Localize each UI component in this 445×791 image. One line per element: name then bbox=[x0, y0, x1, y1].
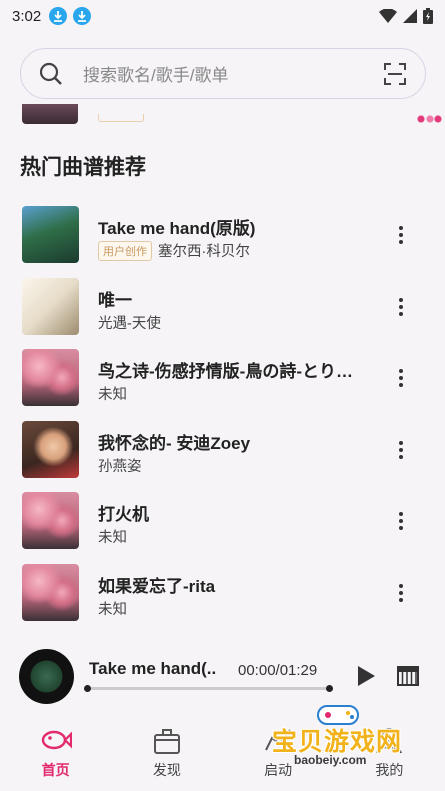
song-cover bbox=[22, 349, 79, 406]
nav-label: 首页 bbox=[41, 762, 70, 778]
song-artist: 未知 bbox=[98, 387, 127, 403]
signal-icon bbox=[403, 9, 417, 23]
user-created-badge: 用户创作 bbox=[98, 240, 152, 261]
song-list: Take me hand(原版) 用户创作 塞尔西·科贝尔 唯一 光遇-天使 鸟… bbox=[0, 204, 445, 633]
search-icon bbox=[39, 62, 62, 85]
fish-home-icon bbox=[41, 730, 72, 750]
song-title: 打火机 bbox=[98, 505, 149, 524]
song-cover bbox=[22, 206, 79, 263]
status-time: 3:02 bbox=[12, 7, 42, 25]
more-options-icon[interactable] bbox=[390, 367, 412, 389]
partial-row bbox=[0, 104, 445, 126]
player-cover-disc[interactable] bbox=[19, 649, 74, 704]
more-options-icon[interactable] bbox=[390, 439, 412, 461]
more-options-icon[interactable] bbox=[390, 224, 412, 246]
section-title: 热门曲谱推荐 bbox=[20, 156, 146, 179]
song-row[interactable]: 鸟之诗-伤感抒情版-鳥の詩-とり… 未知 bbox=[0, 347, 445, 419]
partial-thumbnail bbox=[22, 104, 78, 124]
song-row[interactable]: 打火机 未知 bbox=[0, 490, 445, 562]
player-time: 00:00/01:29 bbox=[238, 662, 318, 679]
song-title: Take me hand(原版) bbox=[98, 219, 256, 238]
song-artist: 孙燕姿 bbox=[98, 458, 142, 475]
song-artist: 光遇-天使 bbox=[98, 315, 161, 332]
song-artist: 未知 bbox=[98, 530, 127, 546]
song-row[interactable]: Take me hand(原版) 用户创作 塞尔西·科贝尔 bbox=[0, 204, 445, 276]
play-icon[interactable] bbox=[356, 665, 376, 687]
song-title: 唯一 bbox=[98, 290, 132, 310]
partial-decoration bbox=[416, 114, 442, 124]
nav-discover[interactable]: 发现 bbox=[111, 714, 222, 791]
song-cover bbox=[22, 420, 79, 478]
song-row[interactable]: 如果爱忘了-rita 未知 bbox=[0, 562, 445, 634]
song-title: 鸟之诗-伤感抒情版-鳥の詩-とり… bbox=[98, 362, 353, 381]
piano-keyboard-icon[interactable] bbox=[397, 666, 419, 686]
status-bar: 3:02 bbox=[0, 0, 445, 32]
watermark-url: baobeiy.com bbox=[294, 753, 367, 767]
song-artist: 未知 bbox=[98, 601, 127, 618]
more-options-icon[interactable] bbox=[390, 582, 412, 604]
song-artist: 塞尔西·科贝尔 bbox=[158, 244, 250, 260]
download-icon bbox=[73, 7, 92, 25]
partial-badge bbox=[98, 114, 144, 122]
gift-box-icon bbox=[153, 729, 180, 754]
nav-label: 发现 bbox=[152, 762, 181, 778]
song-title: 我怀念的- 安迪Zoey bbox=[98, 433, 251, 453]
song-cover bbox=[22, 492, 79, 549]
song-title: 如果爱忘了-rita bbox=[98, 576, 216, 596]
song-row[interactable]: 唯一 光遇-天使 bbox=[0, 276, 445, 348]
search-input[interactable]: 搜索歌名/歌手/歌单 bbox=[20, 48, 426, 99]
song-cover bbox=[22, 277, 79, 335]
scan-icon[interactable] bbox=[383, 62, 407, 86]
battery-icon bbox=[423, 8, 433, 24]
progress-bar[interactable] bbox=[86, 687, 330, 690]
progress-knob[interactable] bbox=[84, 685, 91, 692]
progress-end-marker bbox=[326, 685, 333, 692]
song-cover bbox=[22, 563, 79, 621]
more-options-icon[interactable] bbox=[390, 296, 412, 318]
player-title: Take me hand(.. bbox=[89, 659, 217, 678]
search-placeholder: 搜索歌名/歌手/歌单 bbox=[83, 66, 229, 85]
more-options-icon[interactable] bbox=[390, 510, 412, 532]
song-row[interactable]: 我怀念的- 安迪Zoey 孙燕姿 bbox=[0, 419, 445, 491]
wifi-icon bbox=[379, 9, 397, 23]
site-watermark: 宝贝游戏网 baobeiy.com bbox=[272, 700, 422, 772]
download-icon bbox=[49, 7, 68, 25]
nav-home[interactable]: 首页 bbox=[0, 714, 111, 791]
